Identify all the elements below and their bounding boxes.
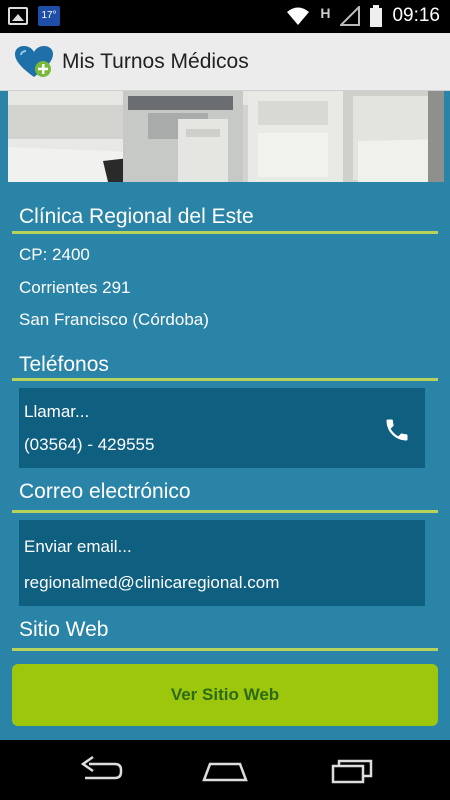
street-address: Corrientes 291 — [19, 278, 131, 297]
email-action-label: Enviar email... — [24, 537, 132, 556]
email-title: Correo electrónico — [19, 480, 191, 503]
clinic-photo — [8, 91, 444, 182]
clinic-name: Clínica Regional del Este — [19, 205, 254, 228]
phones-title: Teléfonos — [19, 353, 109, 376]
status-right-icons: H 09:16 — [286, 5, 440, 27]
clock: 09:16 — [392, 5, 440, 26]
postal-code: CP: 2400 — [19, 245, 90, 264]
status-left-icons: 17° — [8, 6, 60, 26]
battery-icon — [370, 5, 383, 27]
image-icon — [8, 7, 28, 25]
status-bar: 17° H 09:16 — [0, 0, 450, 33]
calendar-icon: 17° — [38, 6, 60, 26]
call-action-label: Llamar... — [24, 402, 90, 421]
signal-icon — [340, 6, 361, 26]
network-type-label: H — [320, 5, 331, 21]
back-icon[interactable] — [75, 754, 125, 786]
app-title: Mis Turnos Médicos — [62, 50, 249, 73]
divider — [12, 510, 438, 513]
recent-apps-icon[interactable] — [327, 754, 377, 786]
wifi-icon — [287, 7, 310, 25]
phone-icon[interactable] — [383, 416, 411, 444]
call-card[interactable]: Llamar... (03564) - 429555 — [19, 388, 425, 468]
email-card[interactable]: Enviar email... regionalmed@clinicaregio… — [19, 520, 425, 606]
home-icon[interactable] — [200, 754, 250, 786]
phone-number: (03564) - 429555 — [24, 435, 155, 454]
action-bar: Mis Turnos Médicos — [0, 33, 450, 91]
email-address: regionalmed@clinicaregional.com — [24, 573, 280, 592]
heart-plus-icon[interactable] — [14, 45, 54, 79]
screen: 17° H 09:16 Mis Turnos Médicos Clínica R… — [0, 0, 450, 800]
divider — [12, 648, 438, 651]
city: San Francisco (Córdoba) — [19, 310, 209, 329]
website-title: Sitio Web — [19, 618, 109, 641]
view-website-button[interactable]: Ver Sitio Web — [12, 664, 438, 726]
divider — [12, 378, 438, 381]
navigation-bar — [0, 740, 450, 800]
divider — [12, 231, 438, 234]
